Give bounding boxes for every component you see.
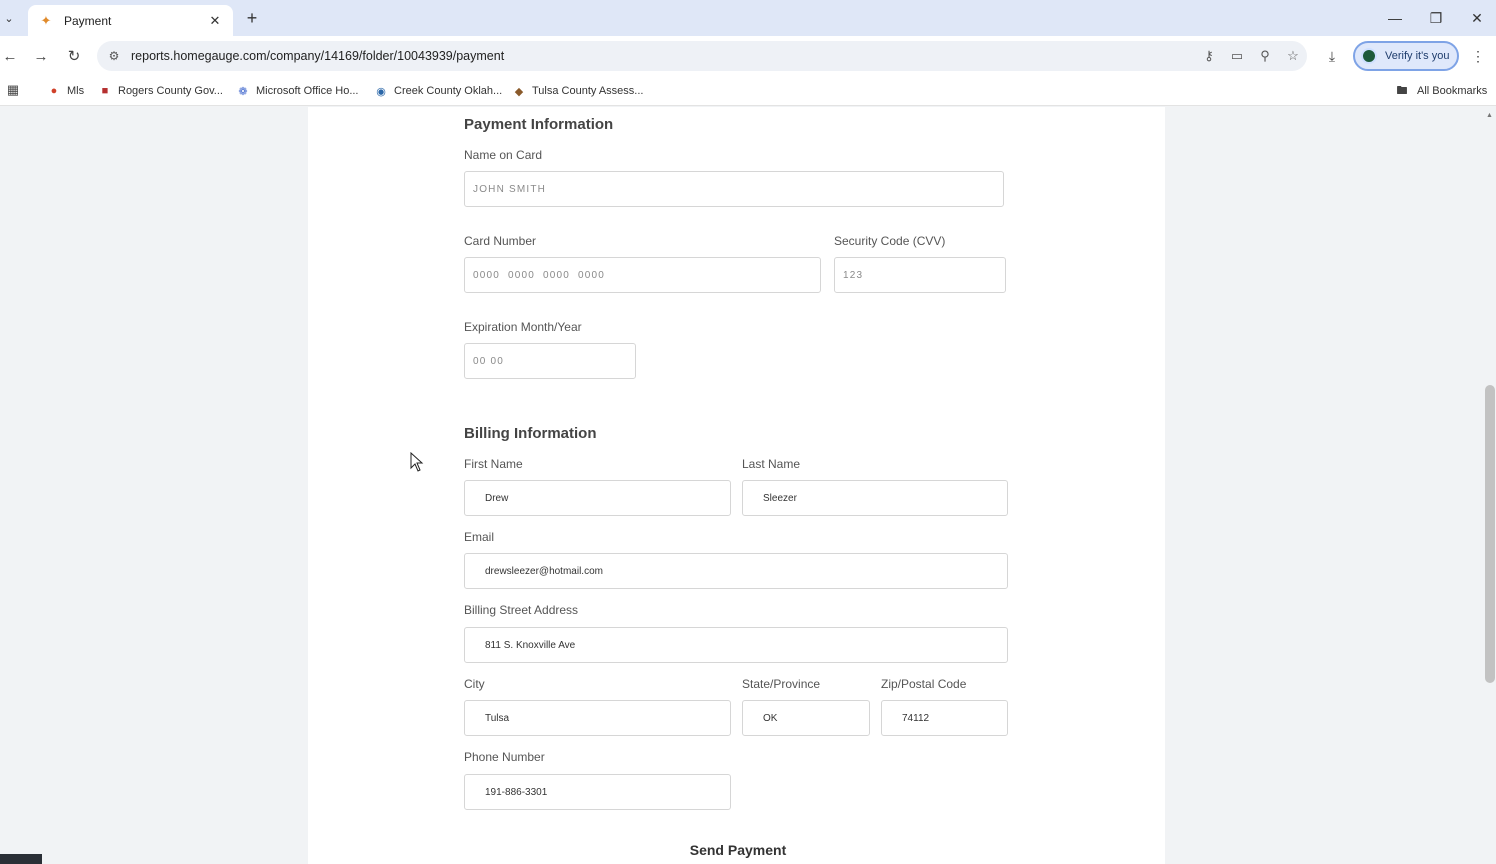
email-label: Email [464, 530, 495, 544]
phone-label: Phone Number [464, 750, 545, 764]
all-bookmarks[interactable]: 🖿 All Bookmarks [1395, 82, 1488, 100]
cvv-input[interactable]: 123 [834, 257, 1006, 293]
card-number-input[interactable]: 0000 0000 0000 0000 [464, 257, 821, 293]
zoom-icon[interactable]: ⚲ [1251, 48, 1279, 64]
bookmark-mls[interactable]: ● Mls [47, 82, 84, 100]
expiration-input[interactable]: 00 00 [464, 343, 636, 379]
zip-input[interactable]: 74112 [881, 700, 1008, 736]
card-number-label: Card Number [464, 234, 537, 248]
first-name-input[interactable]: Drew [464, 480, 731, 516]
apps-grid-icon[interactable]: ▦ [5, 82, 21, 98]
page-scrollbar-thumb[interactable] [1485, 385, 1495, 683]
bookmarks-bar: ▦ ● Mls ■ Rogers County Gov... ❁ Microso… [0, 76, 1496, 106]
bookmark-label: Mls [67, 85, 85, 97]
county-seal-icon: ■ [101, 85, 109, 97]
city-label: City [464, 677, 485, 691]
restore-icon[interactable]: ❐ [1426, 8, 1446, 28]
url-text[interactable]: reports.homegauge.com/company/14169/fold… [131, 49, 1195, 63]
page-viewport: Payment Information Name on Card JOHN SM… [0, 107, 1496, 864]
email-input[interactable]: drewsleezer@hotmail.com [464, 553, 1008, 589]
tab-strip: ⌄ ✦ Payment ✕ + — ❐ ✕ [0, 0, 1496, 36]
taskbar-edge [0, 854, 42, 864]
address-bar[interactable]: ⚙ reports.homegauge.com/company/14169/fo… [97, 41, 1307, 71]
verify-label: Verify it's you [1385, 50, 1450, 62]
expiration-label: Expiration Month/Year [464, 320, 582, 334]
verify-profile-button[interactable]: Verify it's you [1353, 41, 1459, 71]
scroll-up-arrow-icon[interactable]: ▲ [1486, 112, 1494, 120]
billing-information-heading: Billing Information [464, 425, 597, 442]
homegauge-favicon-icon: ✦ [40, 12, 52, 28]
bookmark-label: Creek County Oklah... [394, 85, 503, 97]
download-icon[interactable]: ⤓ [1322, 46, 1342, 66]
back-arrow-icon[interactable]: ← [0, 46, 20, 66]
bookmark-label: Rogers County Gov... [118, 85, 223, 97]
site-info-icon[interactable]: ⚙ [105, 49, 123, 63]
street-address-input[interactable]: 811 S. Knoxville Ave [464, 627, 1008, 663]
cvv-label: Security Code (CVV) [834, 234, 946, 248]
install-app-icon[interactable]: ▭ [1223, 48, 1251, 64]
last-name-label: Last Name [742, 457, 801, 471]
forward-arrow-icon[interactable]: → [31, 46, 51, 66]
bookmark-microsoft-office[interactable]: ❁ Microsoft Office Ho... [236, 82, 359, 100]
globe-icon: ◉ [376, 85, 386, 98]
all-bookmarks-label: All Bookmarks [1417, 85, 1488, 97]
tab-close-icon[interactable]: ✕ [207, 13, 223, 29]
state-label: State/Province [742, 677, 821, 691]
folder-icon: 🖿 [1396, 84, 1408, 97]
browser-toolbar: ← → ↻ ⚙ reports.homegauge.com/company/14… [0, 36, 1496, 76]
zip-label: Zip/Postal Code [881, 677, 967, 691]
tab-payment[interactable]: ✦ Payment ✕ [28, 5, 233, 36]
office-icon: ❁ [238, 85, 248, 98]
c-logo-icon: ● [50, 85, 58, 97]
tab-title: Payment [64, 13, 112, 28]
new-tab-plus-icon[interactable]: + [242, 8, 262, 28]
reload-icon[interactable]: ↻ [64, 46, 84, 66]
city-input[interactable]: Tulsa [464, 700, 731, 736]
bookmark-label: Microsoft Office Ho... [256, 85, 359, 97]
mouse-pointer-icon [410, 452, 424, 472]
bookmark-star-icon[interactable]: ☆ [1279, 48, 1307, 64]
name-on-card-input[interactable]: JOHN SMITH [464, 171, 1004, 207]
send-payment-button[interactable]: Send Payment [688, 842, 788, 862]
minimize-icon[interactable]: — [1385, 8, 1405, 28]
bookmark-creek-county[interactable]: ◉ Creek County Oklah... [374, 82, 502, 100]
payment-information-heading: Payment Information [464, 116, 614, 133]
last-name-input[interactable]: Sleezer [742, 480, 1008, 516]
payment-form-card: Payment Information Name on Card JOHN SM… [308, 107, 1165, 864]
kebab-menu-icon[interactable]: ⋮ [1468, 46, 1488, 66]
window-close-icon[interactable]: ✕ [1467, 8, 1487, 28]
bookmark-tulsa-county[interactable]: ◆ Tulsa County Assess... [512, 82, 644, 100]
state-input[interactable]: OK [742, 700, 870, 736]
tab-search-chevron-icon[interactable]: ⌄ [0, 6, 18, 30]
street-address-label: Billing Street Address [464, 603, 579, 617]
phone-input[interactable]: 191-886-3301 [464, 774, 731, 810]
bookmark-label: Tulsa County Assess... [532, 85, 644, 97]
name-on-card-label: Name on Card [464, 148, 543, 162]
bookmark-rogers-county[interactable]: ■ Rogers County Gov... [98, 82, 223, 100]
first-name-label: First Name [464, 457, 523, 471]
profile-avatar [1361, 48, 1377, 64]
diamond-icon: ◆ [514, 85, 524, 98]
password-key-icon[interactable]: ⚷ [1195, 48, 1223, 64]
